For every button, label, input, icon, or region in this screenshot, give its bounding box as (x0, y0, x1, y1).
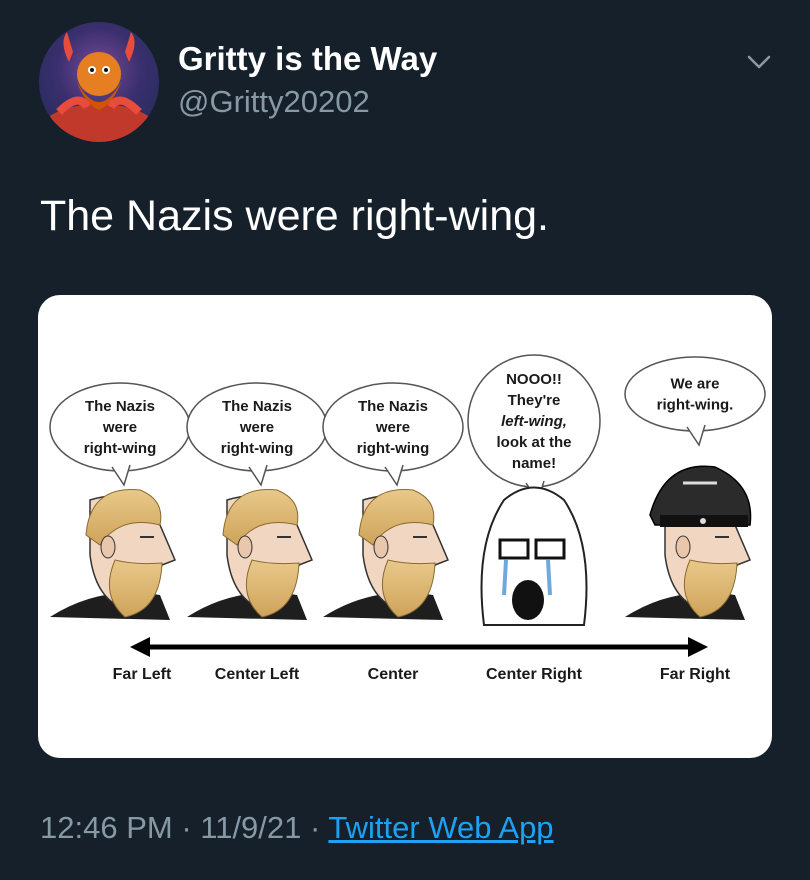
meme-character-chad: The Nazis were right-wing Far Left (49, 382, 191, 683)
axis-left-arrowhead (130, 637, 150, 657)
tweet-time[interactable]: 12:46 PM (40, 810, 173, 845)
speech-bubble-text: right-wing (221, 440, 293, 457)
speech-bubble-text: We are (671, 376, 720, 393)
speech-bubble-text: right-wing (84, 440, 156, 457)
speech-bubble-text: were (239, 419, 274, 436)
speech-bubble-text: The Nazis (222, 398, 292, 415)
gritty-avatar-icon (39, 32, 159, 142)
tweet-text: The Nazis were right-wing. (40, 192, 550, 240)
tweet-source-link[interactable]: Twitter Web App (328, 810, 553, 845)
avatar[interactable] (39, 22, 159, 142)
author-handle[interactable]: @Gritty20202 (178, 84, 370, 120)
meta-separator: · (172, 810, 201, 845)
speech-bubble-tail (111, 464, 131, 487)
ear (373, 535, 389, 559)
speech-bubble-text: right-wing (357, 440, 429, 457)
axis-label: Center (368, 666, 419, 683)
speech-bubble (624, 356, 766, 432)
speech-bubble-text: name! (512, 455, 556, 472)
speech-bubble-text: NOOO!! (506, 371, 562, 388)
meme-character-chad: The Nazis were right-wing Center Left (186, 382, 328, 683)
open-mouth (512, 580, 544, 620)
axis-label: Center Left (215, 666, 300, 683)
meme-character-chad-officer: We are right-wing. Far Right (624, 356, 766, 683)
tweet-menu-button[interactable] (742, 48, 776, 76)
cap-insignia (700, 518, 706, 524)
axis-label: Far Left (113, 666, 172, 683)
meme-character-chad: The Nazis were right-wing Center (322, 382, 464, 683)
ear (100, 535, 116, 559)
chevron-down-icon (747, 55, 771, 69)
axis-label: Center Right (486, 666, 583, 683)
speech-bubble-text: look at the (496, 434, 571, 451)
meme-character-crying-soyjak: NOOO!! They're left-wing, look at the name! C… (467, 354, 601, 683)
tweet-meta: 12:46 PM · 11/9/21 · Twitter Web App (40, 810, 554, 846)
ear (675, 535, 691, 559)
axis-right-arrowhead (688, 637, 708, 657)
speech-bubble-text: right-wing. (657, 397, 734, 414)
tweet-date[interactable]: 11/9/21 (200, 810, 301, 845)
speech-bubble-text: The Nazis (358, 398, 428, 415)
meta-separator: · (301, 810, 329, 845)
speech-bubble-tail (248, 464, 268, 487)
speech-bubble-text: were (375, 419, 410, 436)
author-display-name[interactable]: Gritty is the Way (178, 40, 437, 78)
ear (237, 535, 253, 559)
tweet-media[interactable]: The Nazis were right-wing Far Left The Nazis… (38, 295, 772, 758)
speech-bubble-text: left-wing, (501, 413, 567, 430)
meme-image: The Naziswereright-wingFar LeftThe Nazis… (49, 354, 766, 683)
speech-bubble-tail (384, 464, 404, 487)
speech-bubble-tail (686, 424, 706, 447)
axis-label: Far Right (660, 666, 731, 683)
speech-bubble-text: were (102, 419, 137, 436)
speech-bubble-text: They're (508, 392, 561, 409)
speech-bubble-text: The Nazis (85, 398, 155, 415)
